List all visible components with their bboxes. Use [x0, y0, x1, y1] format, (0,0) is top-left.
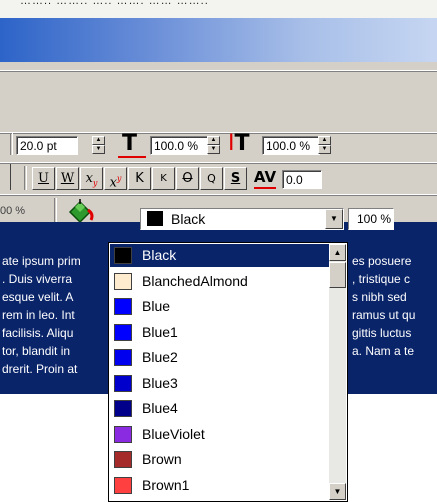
vertical-scale-spinner[interactable]: ▲ ▼: [318, 136, 331, 155]
horizontal-scale-field[interactable]: 100.0 %: [150, 136, 208, 155]
color-option-label: Blue4: [142, 400, 178, 416]
font-size-spinner[interactable]: ▲ ▼: [92, 136, 105, 155]
chevron-down-icon[interactable]: ▼: [325, 209, 343, 229]
tracking-indicator: [254, 187, 276, 189]
color-option-blanchedalmond[interactable]: BlanchedAlmond: [110, 270, 329, 293]
shadow-button[interactable]: S: [224, 167, 247, 190]
color-option-label: BlanchedAlmond: [142, 272, 248, 289]
text-line: s nibh sed: [352, 290, 407, 304]
superscript-button[interactable]: xy: [104, 167, 127, 190]
small-caps-button[interactable]: K: [152, 167, 175, 190]
color-swatch: [114, 374, 132, 392]
color-select[interactable]: Black ▼: [140, 208, 344, 230]
underline-button[interactable]: U: [32, 167, 55, 190]
all-caps-button[interactable]: K: [128, 167, 151, 190]
horizontal-scale-indicator: [118, 156, 146, 158]
color-option-blue2[interactable]: Blue2: [110, 346, 329, 369]
color-option-blue3[interactable]: Blue3: [110, 372, 329, 395]
color-option-label: Blue3: [142, 374, 178, 391]
word-underline-label: W: [60, 171, 75, 186]
text-line: gittis luctus: [352, 326, 412, 340]
dropdown-scrollbar[interactable]: ▲ ▼: [329, 244, 346, 500]
font-size-field[interactable]: 20.0 pt: [16, 136, 78, 155]
text-line: es posuere: [352, 254, 412, 268]
toolbar-divider: [0, 162, 437, 164]
text-line: , tristique c: [352, 272, 411, 286]
color-dropdown-list[interactable]: Black BlanchedAlmond Blue Blue1 Blue2 Blue3 Bl…: [108, 242, 348, 502]
strikethrough-button[interactable]: O: [176, 167, 199, 190]
subscript-label: x: [85, 171, 93, 186]
color-option-blueviolet[interactable]: BlueViolet: [110, 423, 329, 446]
selected-color-label: Black: [171, 211, 206, 227]
color-option-blue1[interactable]: Blue1: [110, 321, 329, 344]
outline-button[interactable]: Q: [200, 167, 223, 190]
window-top-strip: …….. …….. ….. ……. …… ……..: [0, 0, 437, 18]
color-swatch: [114, 451, 132, 468]
color-swatch: [114, 247, 132, 264]
color-option-label: Brown1: [142, 476, 190, 493]
word-underline-button[interactable]: W: [56, 167, 79, 190]
outline-label: Q: [207, 172, 216, 185]
tracking-label: AV: [253, 168, 277, 186]
toolbar-grip: [10, 133, 13, 155]
color-option-brown[interactable]: Brown: [110, 448, 329, 471]
color-swatch: [114, 476, 132, 494]
toolbar-grip: [24, 166, 27, 190]
toolbar-divider: [0, 194, 437, 196]
text-line: a. Nam a te: [352, 344, 415, 358]
color-swatch: [114, 272, 132, 290]
color-option-blue[interactable]: Blue: [110, 295, 329, 318]
toolbar-edge: [0, 164, 11, 190]
color-swatch: [114, 323, 132, 341]
vertical-scale-icon: IT: [228, 131, 250, 156]
title-bar: [0, 18, 437, 62]
color-option-blue4[interactable]: Blue4: [110, 397, 329, 420]
color-swatch: [114, 298, 132, 315]
selected-color-swatch: [147, 211, 163, 226]
scroll-down-icon[interactable]: ▼: [329, 483, 346, 500]
scroll-up-icon[interactable]: ▲: [329, 244, 346, 261]
percent-field-partial[interactable]: 00 %: [0, 201, 36, 221]
toolbar-divider: [0, 132, 437, 134]
text-line: ramus ut qu: [352, 308, 416, 322]
subscript-button[interactable]: xy: [80, 167, 103, 190]
color-option-black[interactable]: Black: [110, 244, 329, 267]
scroll-thumb[interactable]: [329, 262, 346, 288]
color-option-label: Blue: [142, 298, 171, 314]
color-option-label: Black: [142, 247, 177, 263]
horizontal-scale-icon: T: [122, 131, 138, 156]
fill-color-icon[interactable]: [66, 198, 96, 224]
color-option-label: Blue1: [142, 323, 178, 340]
color-option-label: Brown: [142, 451, 182, 467]
small-caps-label: K: [160, 173, 167, 184]
vertical-scale-field[interactable]: 100.0 %: [262, 136, 320, 155]
all-caps-label: K: [135, 171, 144, 186]
color-option-label: Blue2: [142, 349, 178, 365]
color-swatch: [114, 425, 132, 443]
truncated-text: …….. …….. ….. ……. …… ……..: [20, 0, 209, 7]
superscript-label: x: [109, 175, 117, 191]
color-option-label: BlueViolet: [142, 425, 205, 442]
horizontal-scale-spinner[interactable]: ▲ ▼: [207, 136, 220, 155]
color-swatch: [114, 349, 132, 366]
paint-bucket-icon: [68, 199, 94, 224]
tint-percent-field[interactable]: 100 %: [348, 208, 394, 230]
color-option-brown1[interactable]: Brown1: [110, 474, 329, 497]
shadow-label: S: [230, 171, 241, 186]
toolbar-area: 20.0 pt ▲ ▼ T 100.0 % ▲ ▼ IT 100.0 % ▲ ▼ U …: [0, 62, 437, 224]
toolbar-divider: [0, 70, 437, 72]
strikethrough-label: O: [182, 171, 193, 186]
color-swatch: [114, 400, 132, 417]
tracking-field[interactable]: 0.0: [282, 170, 322, 189]
underline-label: U: [38, 171, 49, 186]
toolbar-grip: [54, 198, 57, 222]
